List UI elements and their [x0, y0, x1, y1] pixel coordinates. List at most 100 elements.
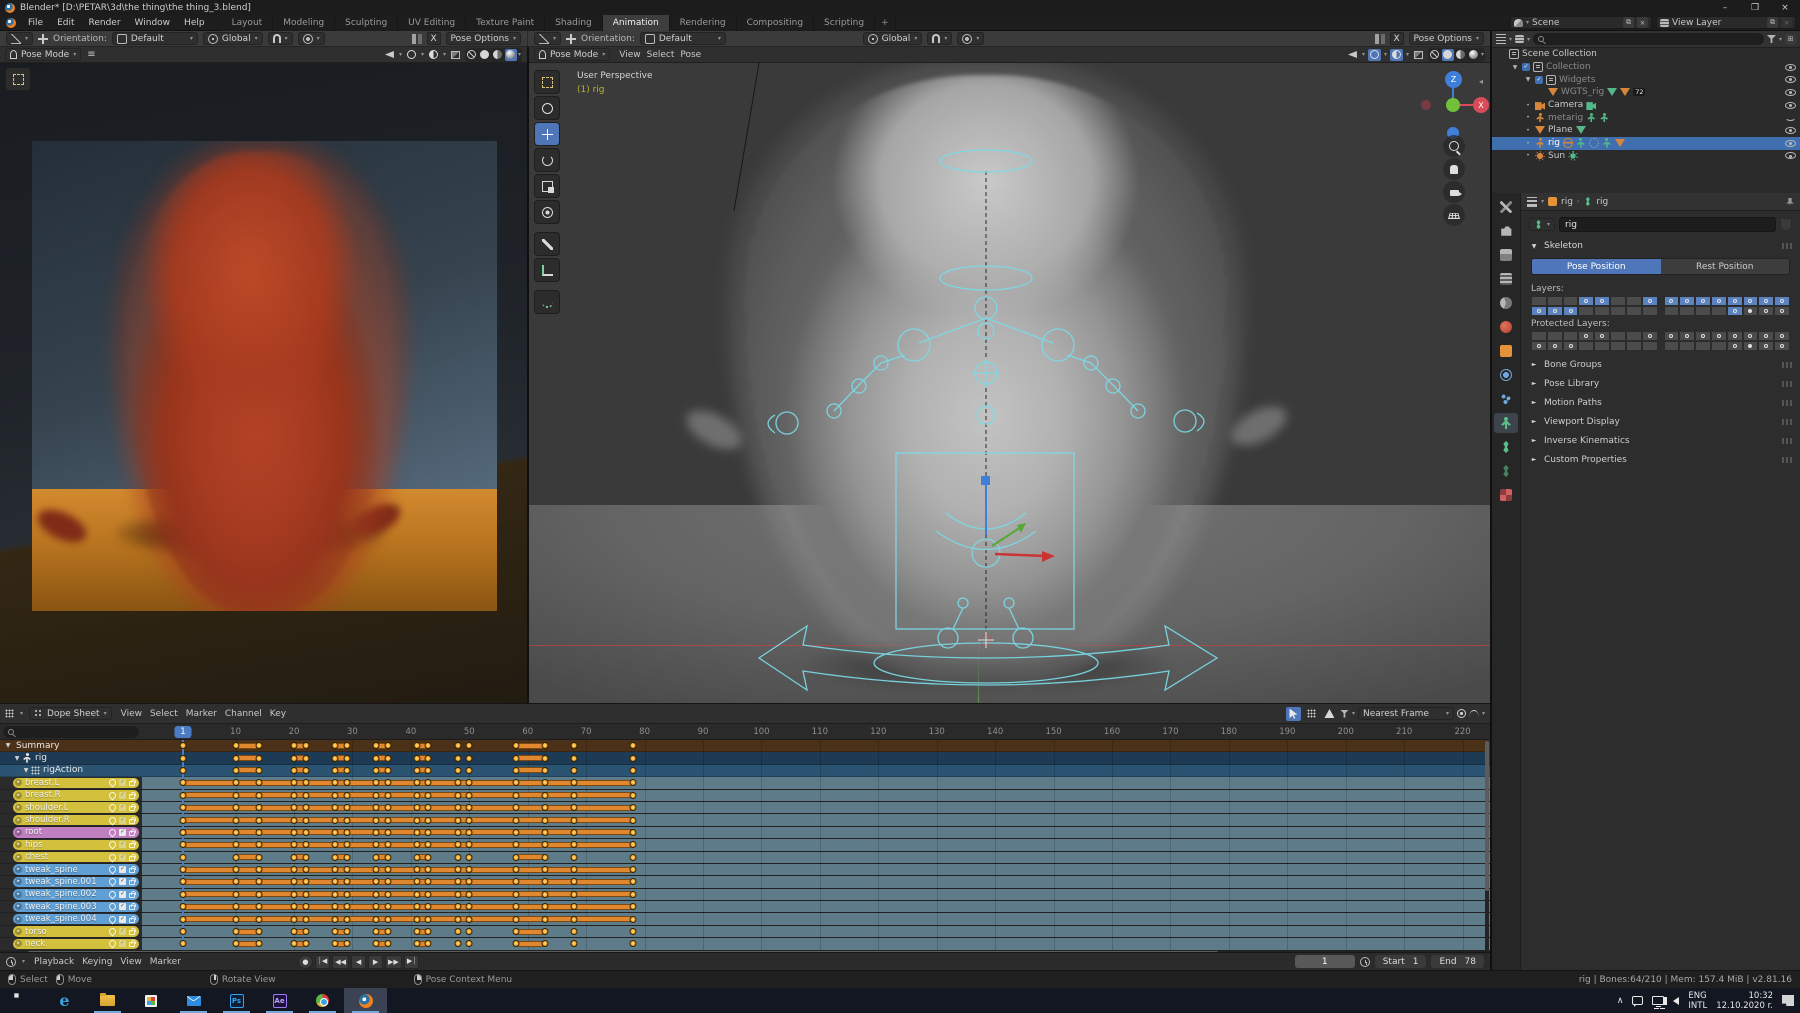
filter-funnel-icon[interactable]: [1340, 710, 1349, 718]
move-tool[interactable]: [534, 122, 560, 146]
panel-drag-dots[interactable]: [1782, 438, 1792, 444]
keyframe[interactable]: [291, 928, 298, 935]
layer-toggle[interactable]: [1642, 296, 1658, 306]
keyframe[interactable]: [413, 767, 420, 774]
keyframe[interactable]: [291, 804, 298, 811]
keyframe[interactable]: [571, 928, 578, 935]
keyframe-hold-bar[interactable]: [183, 879, 633, 885]
panel-drag-dots[interactable]: [1782, 243, 1792, 249]
keyframe[interactable]: [384, 866, 391, 873]
keyframe[interactable]: [571, 940, 578, 947]
modifier-wrench-icon[interactable]: [108, 803, 118, 813]
window-titlebar[interactable]: Blender* [D:\PETAR\3d\the thing\the thin…: [0, 0, 1800, 15]
outliner-row-collection[interactable]: ▼✓Collection: [1492, 61, 1800, 74]
keyframe[interactable]: [571, 779, 578, 786]
channel-enable-checkbox[interactable]: ✓: [119, 891, 126, 898]
layer-toggle[interactable]: [1563, 306, 1579, 316]
tab-modeling[interactable]: Modeling: [273, 15, 335, 31]
layer-toggle[interactable]: [1774, 341, 1790, 351]
keyframe[interactable]: [343, 817, 350, 824]
keyframe[interactable]: [384, 817, 391, 824]
channel-enable-checkbox[interactable]: ✓: [119, 866, 126, 873]
channel-enable-checkbox[interactable]: ✓: [119, 854, 126, 861]
keyframe[interactable]: [425, 829, 432, 836]
panel-motion-paths[interactable]: ►Motion Paths: [1521, 393, 1800, 412]
keyframe[interactable]: [255, 804, 262, 811]
channel-row-shoulder-l[interactable]: ▸shoulder.L✓: [0, 802, 1490, 814]
expand-icon[interactable]: ▸: [15, 817, 22, 824]
select-box-tool[interactable]: [534, 70, 560, 94]
layer-toggle[interactable]: [1547, 331, 1563, 341]
channel-row-tweak-spine[interactable]: ▸tweak_spine✓: [0, 864, 1490, 876]
rotate-tool[interactable]: [534, 148, 560, 172]
filter-funnel-icon[interactable]: [1767, 35, 1776, 43]
keyframe[interactable]: [372, 940, 379, 947]
layer-toggle[interactable]: [1642, 331, 1658, 341]
keyframe[interactable]: [629, 841, 636, 848]
properties-tab-particles[interactable]: [1494, 389, 1518, 409]
lock-icon[interactable]: [129, 893, 135, 898]
keyframe[interactable]: [331, 854, 338, 861]
keyframe[interactable]: [413, 940, 420, 947]
keyframe[interactable]: [425, 742, 432, 749]
keyframe[interactable]: [331, 916, 338, 923]
keyframe[interactable]: [425, 854, 432, 861]
keyframe[interactable]: [331, 755, 338, 762]
keyframe[interactable]: [255, 841, 262, 848]
expand-icon[interactable]: •: [1524, 114, 1532, 121]
tab-scripting[interactable]: Scripting: [814, 15, 875, 31]
keyframe[interactable]: [629, 891, 636, 898]
shading-rendered-button[interactable]: [505, 49, 517, 61]
id-type-dropdown[interactable]: ▾: [1529, 218, 1555, 231]
expand-icon[interactable]: ▸: [15, 891, 22, 898]
modifier-wrench-icon[interactable]: [108, 889, 118, 899]
lock-icon[interactable]: [129, 781, 135, 786]
axis-x-ball[interactable]: X: [1473, 97, 1489, 113]
keyframe[interactable]: [454, 903, 461, 910]
keyframe[interactable]: [513, 829, 520, 836]
properties-tab-tool[interactable]: [1494, 197, 1518, 217]
keyframe[interactable]: [425, 792, 432, 799]
outliner-row-camera[interactable]: •Camera: [1492, 99, 1800, 112]
only-selected-toggle[interactable]: [1286, 707, 1301, 721]
keyframe[interactable]: [291, 841, 298, 848]
keyframe[interactable]: [180, 891, 187, 898]
keyframe[interactable]: [571, 767, 578, 774]
maximize-button[interactable]: ❒: [1740, 0, 1770, 15]
panel-drag-dots[interactable]: [1782, 381, 1792, 387]
keyframe[interactable]: [425, 804, 432, 811]
keyframe[interactable]: [513, 928, 520, 935]
channel-enable-checkbox[interactable]: ✓: [119, 792, 126, 799]
pan-button[interactable]: [1443, 158, 1465, 180]
channel-name-cell[interactable]: ▸tweak_spine.002✓: [0, 889, 142, 900]
keyframe[interactable]: [180, 866, 187, 873]
keyframe[interactable]: [291, 817, 298, 824]
xray-toggle[interactable]: [1412, 49, 1425, 61]
keyframe[interactable]: [232, 841, 239, 848]
keyframe-hold-bar[interactable]: [183, 867, 633, 873]
keyframe[interactable]: [425, 891, 432, 898]
keyframe[interactable]: [513, 891, 520, 898]
layer-toggle[interactable]: [1727, 296, 1743, 306]
shading-wireframe-button[interactable]: [1429, 49, 1441, 61]
fake-user-shield-icon[interactable]: [1780, 218, 1792, 231]
scene-selector[interactable]: ▾ Scene ⧉ ×: [1510, 16, 1652, 29]
interpolation-icon[interactable]: [1469, 710, 1479, 718]
viewport-solid[interactable]: Pose Mode▾ ViewSelectPose ▾ ▾ ▾ ▾: [529, 47, 1490, 703]
keyframe[interactable]: [454, 779, 461, 786]
keyframe[interactable]: [255, 767, 262, 774]
keyframe[interactable]: [542, 940, 549, 947]
keyframe[interactable]: [180, 804, 187, 811]
keyframe[interactable]: [372, 792, 379, 799]
expand-icon[interactable]: •: [1524, 102, 1532, 109]
keyframe[interactable]: [255, 891, 262, 898]
jump-to-start-button[interactable]: ⏐◀: [315, 955, 330, 969]
keyframe[interactable]: [413, 829, 420, 836]
solid-view-canvas[interactable]: User Perspective (1) rig Z X: [529, 63, 1490, 703]
keyframe[interactable]: [571, 817, 578, 824]
current-frame-field[interactable]: 1: [1295, 955, 1355, 968]
tab-rendering[interactable]: Rendering: [670, 15, 737, 31]
panel-bone-groups[interactable]: ►Bone Groups: [1521, 355, 1800, 374]
keyframe[interactable]: [466, 829, 473, 836]
keyframe[interactable]: [255, 878, 262, 885]
